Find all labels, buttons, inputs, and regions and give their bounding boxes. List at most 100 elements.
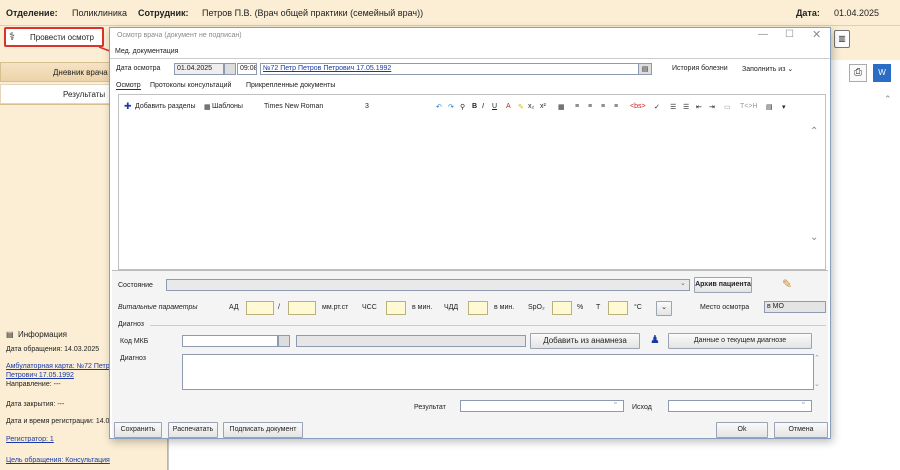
temp-unit: °С — [634, 304, 642, 311]
ok-button[interactable]: Ok — [716, 422, 768, 438]
bp-systolic-input[interactable] — [246, 301, 274, 315]
style-icon[interactable]: ▭ — [724, 103, 731, 111]
spo2-unit: % — [577, 304, 584, 311]
diagnosis-label: Диагноз — [120, 355, 146, 362]
mkb-name-field — [296, 335, 526, 347]
subscript-icon[interactable]: x₂ — [528, 103, 534, 110]
redo-icon[interactable]: ↷ — [448, 103, 454, 111]
vitals-label: Витальные параметры — [118, 304, 198, 311]
spo2-label: SpO₂ — [528, 304, 545, 311]
result-label: Результат — [414, 404, 446, 411]
superscript-icon[interactable]: x² — [540, 103, 546, 110]
mkb-label: Код МКБ — [120, 338, 149, 345]
chdd-label: ЧДД — [444, 304, 459, 311]
highlight-icon[interactable]: ✎ — [518, 103, 524, 111]
print-button[interactable]: Распечатать — [168, 422, 218, 438]
save-button[interactable]: Сохранить — [114, 422, 162, 438]
chevron-down-icon: ⌄ — [787, 66, 794, 73]
spellcheck-icon[interactable]: ✓ — [654, 103, 660, 111]
paste-icon[interactable]: ▤ — [766, 103, 773, 111]
menu-med-docs[interactable]: Мед. документация — [115, 48, 178, 55]
tags-button[interactable]: <bs> — [630, 103, 646, 110]
font-select[interactable]: Times New Roman — [264, 103, 323, 110]
place-label: Место осмотра — [700, 304, 750, 311]
align-center-icon[interactable]: ≡ — [588, 103, 592, 110]
dialog-titlebar: Осмотр врача (документ не подписан) — ☐ … — [110, 28, 830, 45]
cancel-button[interactable]: Отмена — [774, 422, 828, 438]
result-lookup-icon[interactable]: ▫ — [614, 400, 616, 407]
indent-icon[interactable]: ⇥ — [709, 103, 715, 111]
templates-icon[interactable]: ▦ — [204, 103, 211, 111]
state-select[interactable] — [166, 279, 690, 291]
outcome-label: Исход — [632, 404, 652, 411]
diag-scroll-up-icon[interactable]: ⌃ — [814, 354, 820, 362]
state-label: Состояние — [118, 282, 153, 289]
font-color-icon[interactable]: A — [506, 103, 511, 110]
outdent-icon[interactable]: ⇤ — [696, 103, 702, 111]
close-icon[interactable]: ✕ — [812, 28, 821, 41]
tab-exam[interactable]: Осмотр — [116, 82, 141, 90]
current-diagnosis-button[interactable]: Данные о текущем диагнозе — [668, 333, 812, 349]
resp-rate-input[interactable] — [468, 301, 488, 315]
history-button[interactable]: История болезни — [672, 65, 728, 72]
result-select[interactable] — [460, 400, 624, 412]
card-icon[interactable]: ▤ — [638, 63, 652, 75]
archive-icon: ✎ — [782, 277, 793, 291]
archive-button[interactable]: Архив пациента — [694, 277, 752, 293]
add-from-anamnesis-button[interactable]: Добавить из анамнеза — [530, 333, 640, 349]
place-field[interactable]: в МО — [764, 301, 826, 313]
state-chevron-icon[interactable]: ⌄ — [680, 279, 686, 287]
patient-field[interactable]: №72 Петр Петров Петрович 17.05.1992 — [260, 63, 652, 75]
ad-label: АД — [229, 304, 239, 311]
fill-from-menu[interactable]: Заполнить из ⌄ — [742, 65, 793, 73]
vitals-chevron-icon[interactable]: ⌄ — [656, 301, 672, 316]
outcome-lookup-icon[interactable]: ▫ — [802, 400, 804, 407]
tgh-button[interactable]: T<>H — [740, 103, 758, 110]
add-icon[interactable]: ✚ — [124, 101, 132, 112]
outcome-select[interactable] — [668, 400, 812, 412]
heart-rate-input[interactable] — [386, 301, 406, 315]
align-justify-icon[interactable]: ≡ — [614, 103, 618, 110]
sign-button[interactable]: Подписать документ — [223, 422, 303, 438]
numbered-list-icon[interactable]: ☰ — [670, 103, 676, 111]
editor-scroll-up-icon[interactable]: ⌃ — [810, 126, 818, 137]
find-icon[interactable]: ⚲ — [460, 103, 465, 111]
diagnosis-textarea[interactable] — [182, 354, 814, 390]
bullet-list-icon[interactable]: ☰ — [683, 103, 689, 111]
add-sections-button[interactable]: Добавить разделы — [135, 103, 196, 110]
size-select[interactable]: 3 — [365, 103, 369, 110]
undo-icon[interactable]: ↶ — [436, 103, 442, 111]
exam-date-input[interactable]: 01.04.2025 — [174, 63, 224, 75]
diag-scroll-down-icon[interactable]: ⌄ — [814, 380, 820, 388]
patient-link[interactable]: №72 Петр Петров Петрович 17.05.1992 — [263, 65, 391, 72]
underline-icon[interactable]: U — [492, 103, 497, 110]
italic-icon[interactable]: I — [482, 103, 484, 110]
align-right-icon[interactable]: ≡ — [601, 103, 605, 110]
mmhg-label: мм.рт.ст — [322, 304, 349, 311]
exam-time-input[interactable]: 09:08 — [237, 63, 257, 75]
align-left-icon[interactable]: ≡ — [575, 103, 579, 110]
temperature-input[interactable] — [608, 301, 628, 315]
spo2-input[interactable] — [552, 301, 572, 315]
tab-attached-docs[interactable]: Прикрепленные документы — [246, 82, 335, 89]
editor-area[interactable] — [118, 94, 826, 270]
dialog-title: Осмотр врача (документ не подписан) — [117, 32, 242, 39]
editor-scroll-down-icon[interactable]: ⌄ — [810, 232, 818, 243]
hr-unit: в мин. — [412, 304, 433, 311]
bp-diastolic-input[interactable] — [288, 301, 316, 315]
tab-consult-protocols[interactable]: Протоколы консультаций — [150, 82, 231, 89]
more-icon[interactable]: ▾ — [782, 103, 786, 111]
rr-unit: в мин. — [494, 304, 515, 311]
templates-button[interactable]: Шаблоны — [212, 103, 243, 110]
bold-icon[interactable]: B — [472, 103, 477, 110]
temp-label: Т — [596, 304, 601, 311]
minimize-icon[interactable]: — — [758, 29, 768, 40]
diagnosis-group-label: Диагноз — [118, 321, 144, 328]
mkb-lookup-icon[interactable] — [278, 335, 290, 347]
exam-date-label: Дата осмотра — [116, 65, 161, 72]
calendar-icon[interactable] — [224, 63, 236, 75]
hss-label: ЧСС — [362, 304, 377, 311]
maximize-icon[interactable]: ☐ — [785, 29, 794, 40]
table-icon[interactable]: ▦ — [558, 103, 565, 111]
mkb-input[interactable] — [182, 335, 278, 347]
